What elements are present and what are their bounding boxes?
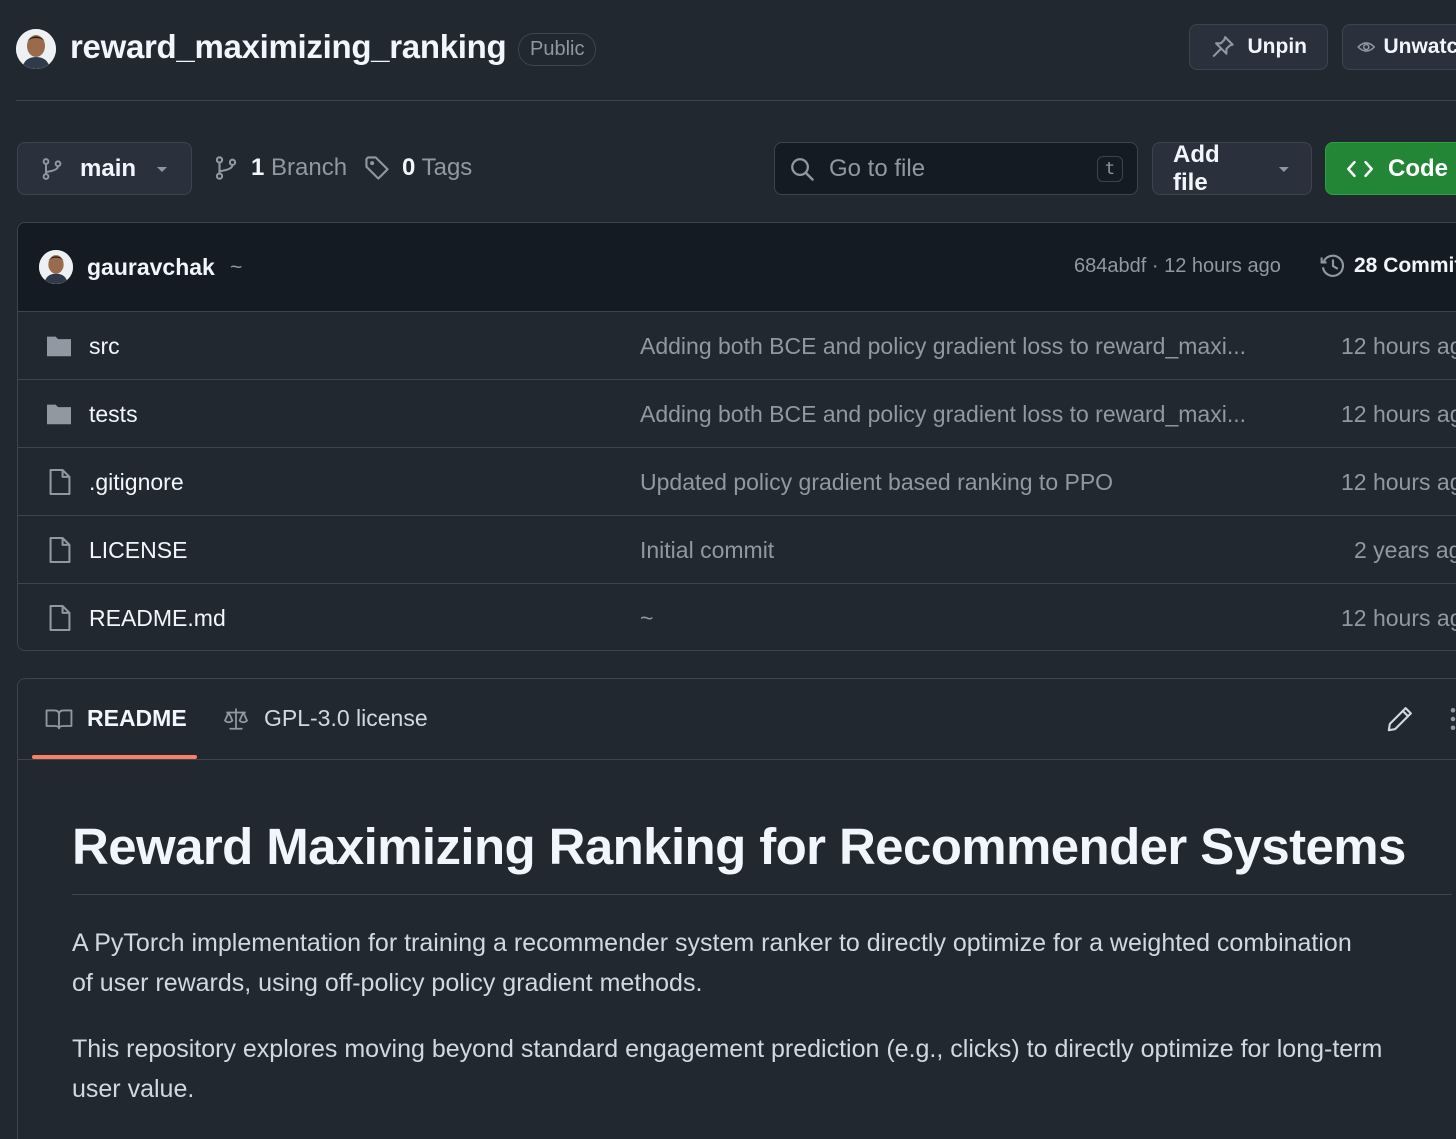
search-icon [791, 157, 814, 181]
commit-separator: · [1151, 255, 1159, 277]
visibility-badge: Public [518, 33, 597, 66]
file-name[interactable]: tests [89, 401, 138, 428]
code-icon [1347, 160, 1373, 177]
search-placeholder: Go to file [829, 154, 926, 182]
commit-hash[interactable]: 684abdf [1074, 255, 1146, 277]
file-commit-message[interactable]: Adding both BCE and policy gradient loss… [640, 333, 1246, 360]
edit-readme-button[interactable] [1386, 705, 1414, 733]
file-commit-message[interactable]: Initial commit [640, 537, 774, 564]
header-divider [16, 100, 1456, 101]
latest-commit-bar: gauravchak ~ 684abdf · 12 hours ago 28 C… [18, 223, 1456, 312]
branch-name: main [80, 154, 137, 182]
branch-icon [42, 157, 62, 180]
readme-paragraph-1: A PyTorch implementation for training a … [72, 929, 1352, 997]
commit-author[interactable]: gauravchak [87, 254, 215, 281]
owner-avatar[interactable] [16, 29, 56, 69]
readme-title-divider [72, 894, 1452, 895]
file-row[interactable]: tests Adding both BCE and policy gradien… [18, 380, 1456, 448]
file-commit-message[interactable]: Updated policy gradient based ranking to… [640, 469, 1113, 496]
file-name[interactable]: LICENSE [89, 537, 187, 564]
active-tab-underline [32, 755, 197, 759]
law-scale-icon [224, 707, 248, 730]
file-commit-time: 12 hours ago [1341, 333, 1456, 359]
file-name[interactable]: src [89, 333, 120, 360]
file-commit-time: 2 years ago [1354, 537, 1456, 563]
file-row[interactable]: src Adding both BCE and policy gradient … [18, 312, 1456, 380]
file-icon [48, 604, 72, 632]
readme-panel: README GPL-3.0 license Reward Maximizing… [17, 678, 1456, 1139]
book-icon [45, 709, 73, 729]
tag-icon [365, 156, 389, 180]
commit-author-avatar[interactable] [39, 250, 73, 284]
tab-license[interactable]: GPL-3.0 license [222, 705, 428, 732]
avatar-image [39, 250, 73, 284]
readme-paragraph-2: This repository explores moving beyond s… [72, 1035, 1383, 1103]
add-file-label: Add file [1173, 140, 1220, 196]
code-label: Code [1388, 154, 1448, 182]
readme-title: Reward Maximizing Ranking for Recommende… [72, 818, 1406, 875]
folder-icon [45, 334, 73, 358]
commits-link[interactable]: 28 Commits [1320, 253, 1456, 279]
pencil-icon [1387, 707, 1412, 732]
caret-down-icon [1279, 166, 1290, 172]
branch-icon [215, 156, 237, 180]
branch-count-label: Branch [271, 154, 348, 181]
unwatch-label: Unwatch [1383, 35, 1456, 58]
file-commit-message[interactable]: ~ [640, 605, 653, 632]
caret-down-icon [157, 166, 167, 172]
file-commit-message[interactable]: Adding both BCE and policy gradient loss… [640, 401, 1246, 428]
tag-count-label: Tags [421, 154, 473, 181]
go-to-file-search[interactable]: Go to file t [774, 142, 1138, 195]
commits-count: 28 Commits [1354, 254, 1456, 277]
unpin-button[interactable]: Unpin [1189, 24, 1328, 70]
commit-time: 12 hours ago [1164, 255, 1281, 277]
file-name[interactable]: README.md [89, 605, 226, 632]
file-row[interactable]: LICENSE Initial commit 2 years ago [18, 516, 1456, 584]
tag-count: 0 [402, 154, 416, 181]
file-commit-time: 12 hours ago [1341, 605, 1456, 631]
kebab-icon [1450, 707, 1456, 731]
tags-link[interactable]: 0 Tags [364, 154, 472, 182]
file-commit-time: 12 hours ago [1341, 401, 1456, 427]
unwatch-button[interactable]: Unwatch [1342, 24, 1456, 70]
branch-count: 1 [251, 154, 265, 181]
repo-name[interactable]: reward_maximizing_ranking [70, 28, 507, 66]
branch-selector[interactable]: main [17, 142, 192, 195]
branches-link[interactable]: 1 Branch [213, 154, 347, 182]
add-file-button[interactable]: Add file [1152, 140, 1312, 196]
unpin-label: Unpin [1247, 35, 1307, 58]
file-row[interactable]: .gitignore Updated policy gradient based… [18, 448, 1456, 516]
eye-icon [1357, 42, 1376, 52]
more-options-button[interactable] [1448, 705, 1456, 733]
tab-readme-label: README [87, 705, 187, 731]
readme-tabs: README GPL-3.0 license [18, 679, 1456, 760]
code-button[interactable]: Code [1325, 142, 1456, 195]
commit-info: 684abdf · 12 hours ago [1074, 255, 1281, 278]
history-icon [1320, 254, 1344, 277]
tab-license-label: GPL-3.0 license [264, 705, 428, 731]
folder-icon [45, 402, 73, 426]
search-shortcut-key: t [1096, 155, 1123, 182]
file-table: gauravchak ~ 684abdf · 12 hours ago 28 C… [17, 222, 1456, 651]
file-icon [48, 536, 72, 564]
avatar-image [16, 29, 56, 69]
file-commit-time: 12 hours ago [1341, 469, 1456, 495]
commit-message[interactable]: ~ [230, 256, 242, 280]
file-name[interactable]: .gitignore [89, 469, 184, 496]
pin-icon [1212, 36, 1234, 58]
tab-readme[interactable]: README [45, 705, 187, 732]
file-icon [48, 468, 72, 496]
file-row[interactable]: README.md ~ 12 hours ago [18, 584, 1456, 650]
